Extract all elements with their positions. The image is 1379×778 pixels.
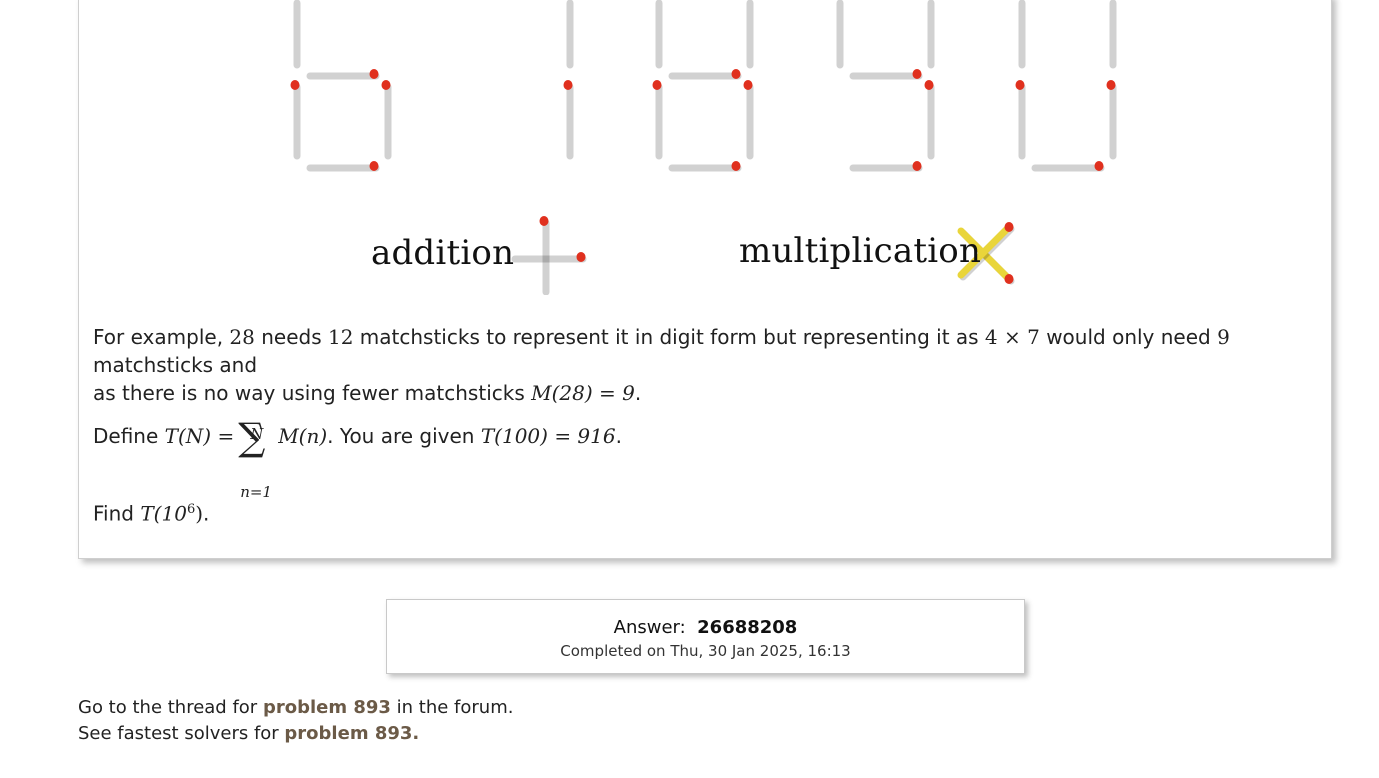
problem-paragraph-1: For example, 28 needs 12 matchsticks to … xyxy=(93,325,1230,405)
problem-paragraph-2: Define T(N) = N ∑ n=1 M(n). You are given T(… xyxy=(93,401,1323,501)
matchstick xyxy=(744,0,754,69)
forum-thread-line: Go to the thread for problem 893 in the … xyxy=(78,697,514,718)
matchstick xyxy=(1015,80,1026,160)
matchstick-illustration xyxy=(290,0,1117,295)
matchstick xyxy=(1029,161,1105,172)
matchstick xyxy=(1106,80,1117,160)
problem-paragraph-3: Find T(106). xyxy=(93,501,210,526)
matchstick xyxy=(290,80,301,160)
answer-label: Answer: xyxy=(613,617,686,638)
answer-box: Answer: 26688208 Completed on Thu, 30 Ja… xyxy=(386,599,1025,674)
matchstick xyxy=(291,0,301,69)
matchstick xyxy=(304,69,380,80)
matchstick xyxy=(847,69,923,80)
fastest-solvers-link[interactable]: problem 893. xyxy=(284,723,419,744)
matchstick xyxy=(563,80,574,160)
matchstick xyxy=(564,0,574,69)
matchstick xyxy=(1107,0,1117,69)
matchstick xyxy=(539,216,550,295)
matchstick xyxy=(652,80,663,160)
summation-symbol: N ∑ n=1 xyxy=(238,414,272,501)
matchstick xyxy=(924,80,935,160)
matchstick xyxy=(666,69,742,80)
matchstick xyxy=(834,0,844,69)
matchstick xyxy=(304,161,380,172)
matchstick xyxy=(1016,0,1026,69)
matchstick xyxy=(925,0,935,69)
answer-value: 26688208 xyxy=(697,617,798,638)
completed-date: Completed on Thu, 30 Jan 2025, 16:13 xyxy=(560,642,851,660)
matchstick xyxy=(381,80,392,160)
matchstick xyxy=(743,80,754,160)
answer-line: Answer: 26688208 xyxy=(387,617,1024,638)
multiplication-label: multiplication xyxy=(739,231,982,271)
addition-label: addition xyxy=(371,233,515,273)
matchstick xyxy=(666,161,742,172)
forum-thread-link[interactable]: problem 893 xyxy=(263,697,391,718)
fastest-solvers-line: See fastest solvers for problem 893. xyxy=(78,723,420,744)
problem-panel: addition multiplication For example, 28 … xyxy=(78,0,1332,559)
matchstick xyxy=(653,0,663,69)
matchstick xyxy=(847,161,923,172)
